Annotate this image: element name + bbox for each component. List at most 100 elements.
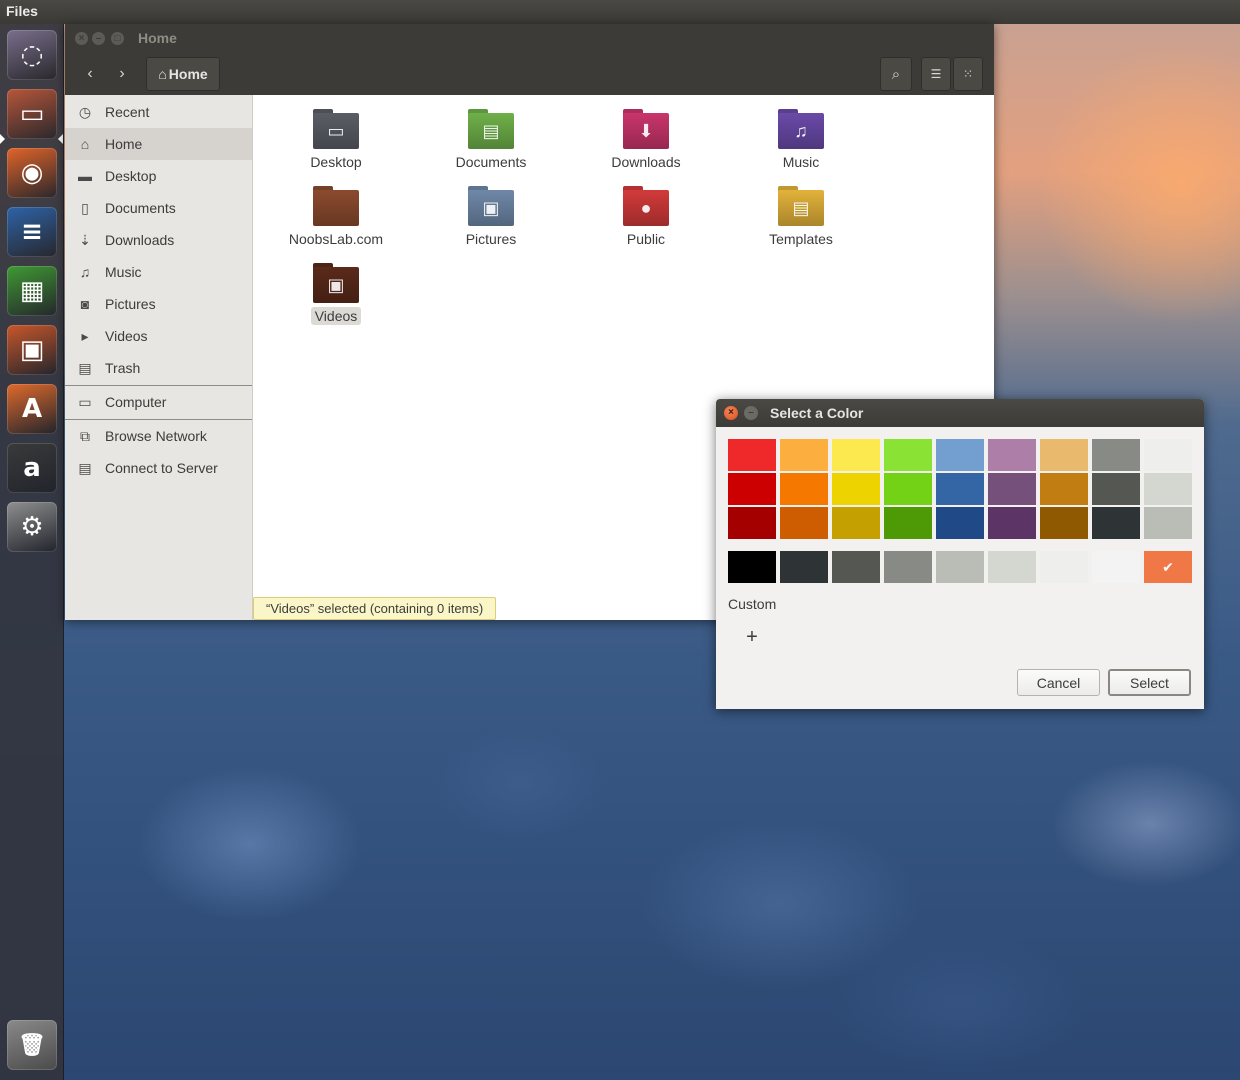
color-swatch[interactable] xyxy=(1092,439,1140,471)
close-icon[interactable]: × xyxy=(75,32,88,45)
color-swatch[interactable] xyxy=(780,439,828,471)
gray-swatch[interactable] xyxy=(1092,551,1140,583)
color-swatch[interactable] xyxy=(1144,507,1192,539)
sidebar-item-home[interactable]: ⌂ Home xyxy=(65,128,252,160)
launcher-ubuntu-dash[interactable]: ◌ xyxy=(7,30,57,80)
color-swatch[interactable] xyxy=(780,473,828,505)
grid-icon: ⁙ xyxy=(962,67,974,81)
folder-pictures[interactable]: ▣ Pictures xyxy=(421,186,561,258)
color-swatch[interactable] xyxy=(988,473,1036,505)
maximize-icon[interactable]: □ xyxy=(111,32,124,45)
select-button[interactable]: Select xyxy=(1108,669,1191,696)
launcher-libreoffice-writer[interactable]: ≡ xyxy=(7,207,57,257)
folder-templates[interactable]: ▤ Templates xyxy=(731,186,871,258)
launcher-libreoffice-calc[interactable]: ▦ xyxy=(7,266,57,316)
color-swatch[interactable] xyxy=(936,439,984,471)
folder-documents[interactable]: ▤ Documents xyxy=(421,109,561,181)
sidebar-item-connect-to-server[interactable]: ▤ Connect to Server xyxy=(65,452,252,484)
folder-label: Templates xyxy=(769,231,833,247)
color-swatch[interactable] xyxy=(884,507,932,539)
add-custom-color-button[interactable]: + xyxy=(740,625,764,649)
folder-label: Desktop xyxy=(310,154,362,170)
launcher-system-settings[interactable]: ⚙ xyxy=(7,502,57,552)
back-button[interactable]: ‹ xyxy=(75,57,105,91)
folder-downloads[interactable]: ⬇ Downloads xyxy=(576,109,716,181)
folder-icon: ● xyxy=(623,186,669,226)
grid-view-button[interactable]: ⁙ xyxy=(953,57,983,91)
minimize-icon[interactable]: – xyxy=(744,406,758,420)
color-swatch-selected[interactable]: ✔ xyxy=(1144,551,1192,583)
sidebar-item-pictures[interactable]: ◙ Pictures xyxy=(65,288,252,320)
cancel-button[interactable]: Cancel xyxy=(1017,669,1100,696)
color-swatch[interactable] xyxy=(1040,507,1088,539)
color-swatch[interactable] xyxy=(1144,473,1192,505)
trash-icon: 🗑 xyxy=(18,1032,46,1058)
sidebar-item-trash[interactable]: ▤ Trash xyxy=(65,352,252,384)
sidebar-item-documents[interactable]: ▯ Documents xyxy=(65,192,252,224)
color-swatch[interactable] xyxy=(1144,439,1192,471)
folder-icon: ♫ xyxy=(778,109,824,149)
sidebar-item-browse-network[interactable]: ⧉ Browse Network xyxy=(65,420,252,452)
color-swatch[interactable] xyxy=(1040,439,1088,471)
launcher-firefox[interactable]: ◉ xyxy=(7,148,57,198)
gray-swatch[interactable] xyxy=(884,551,932,583)
search-button[interactable]: ⌕ xyxy=(880,57,912,91)
color-swatch[interactable] xyxy=(832,507,880,539)
folder-music[interactable]: ♫ Music xyxy=(731,109,871,181)
gray-swatch[interactable] xyxy=(728,551,776,583)
color-swatch[interactable] xyxy=(988,507,1036,539)
sidebar-item-computer[interactable]: ▭ Computer xyxy=(65,386,252,418)
gray-swatch[interactable] xyxy=(1040,551,1088,583)
custom-label: Custom xyxy=(728,596,777,612)
gray-swatch[interactable] xyxy=(832,551,880,583)
color-swatch[interactable] xyxy=(728,507,776,539)
color-swatch[interactable] xyxy=(1040,473,1088,505)
sidebar-item-videos[interactable]: ▸ Videos xyxy=(65,320,252,352)
color-swatch[interactable] xyxy=(936,473,984,505)
folder-label: Music xyxy=(782,154,820,170)
launcher-libreoffice-impress[interactable]: ▣ xyxy=(7,325,57,375)
launcher-trash[interactable]: 🗑 xyxy=(7,1020,57,1070)
gray-swatch[interactable] xyxy=(988,551,1036,583)
color-swatch[interactable] xyxy=(884,439,932,471)
places-sidebar: ◷ Recent ⌂ Home ▬ Desktop ▯ Documents ⇣ Downloads… xyxy=(65,95,253,620)
dialog-titlebar[interactable]: × – Select a Color xyxy=(716,399,1204,427)
color-swatch[interactable] xyxy=(832,439,880,471)
search-icon: ⌕ xyxy=(891,65,901,83)
gray-swatch[interactable] xyxy=(780,551,828,583)
minimize-icon[interactable]: – xyxy=(92,32,105,45)
close-icon[interactable]: × xyxy=(724,406,738,420)
folder-icon: ⬇ xyxy=(623,109,669,149)
folder-icon: ▣ xyxy=(468,186,514,226)
color-swatch[interactable] xyxy=(1092,507,1140,539)
location-home-button[interactable]: ⌂ Home xyxy=(146,57,220,91)
window-titlebar[interactable]: × – □ Home xyxy=(65,24,994,52)
sidebar-item-desktop[interactable]: ▬ Desktop xyxy=(65,160,252,192)
sidebar-item-music[interactable]: ♫ Music xyxy=(65,256,252,288)
toolbar: ‹ › ⌂ Home ⌕ ☰ ⁙ xyxy=(65,52,994,95)
color-swatch[interactable] xyxy=(728,473,776,505)
color-swatch[interactable] xyxy=(832,473,880,505)
gray-swatch[interactable] xyxy=(936,551,984,583)
folder-icon: ▭ xyxy=(313,109,359,149)
forward-button[interactable]: › xyxy=(107,57,137,91)
folder-public[interactable]: ● Public xyxy=(576,186,716,258)
color-swatch[interactable] xyxy=(988,439,1036,471)
folder-videos[interactable]: ▣ Videos xyxy=(266,263,406,335)
sidebar-item-label: Desktop xyxy=(105,168,157,184)
list-view-button[interactable]: ☰ xyxy=(921,57,951,91)
sidebar-item-downloads[interactable]: ⇣ Downloads xyxy=(65,224,252,256)
libreoffice-writer-icon: ≡ xyxy=(21,217,43,247)
launcher-software-center[interactable]: A xyxy=(7,384,57,434)
color-swatch[interactable] xyxy=(1092,473,1140,505)
color-swatch[interactable] xyxy=(780,507,828,539)
color-swatch[interactable] xyxy=(728,439,776,471)
color-swatch[interactable] xyxy=(936,507,984,539)
color-swatch[interactable] xyxy=(884,473,932,505)
sidebar-item-recent[interactable]: ◷ Recent xyxy=(65,96,252,128)
folder-noobslab-com[interactable]: NoobsLab.com xyxy=(266,186,406,258)
launcher-amazon[interactable]: a xyxy=(7,443,57,493)
launcher-files[interactable]: ▭ xyxy=(7,89,57,139)
folder-desktop[interactable]: ▭ Desktop xyxy=(266,109,406,181)
document-icon: ▯ xyxy=(81,199,89,216)
